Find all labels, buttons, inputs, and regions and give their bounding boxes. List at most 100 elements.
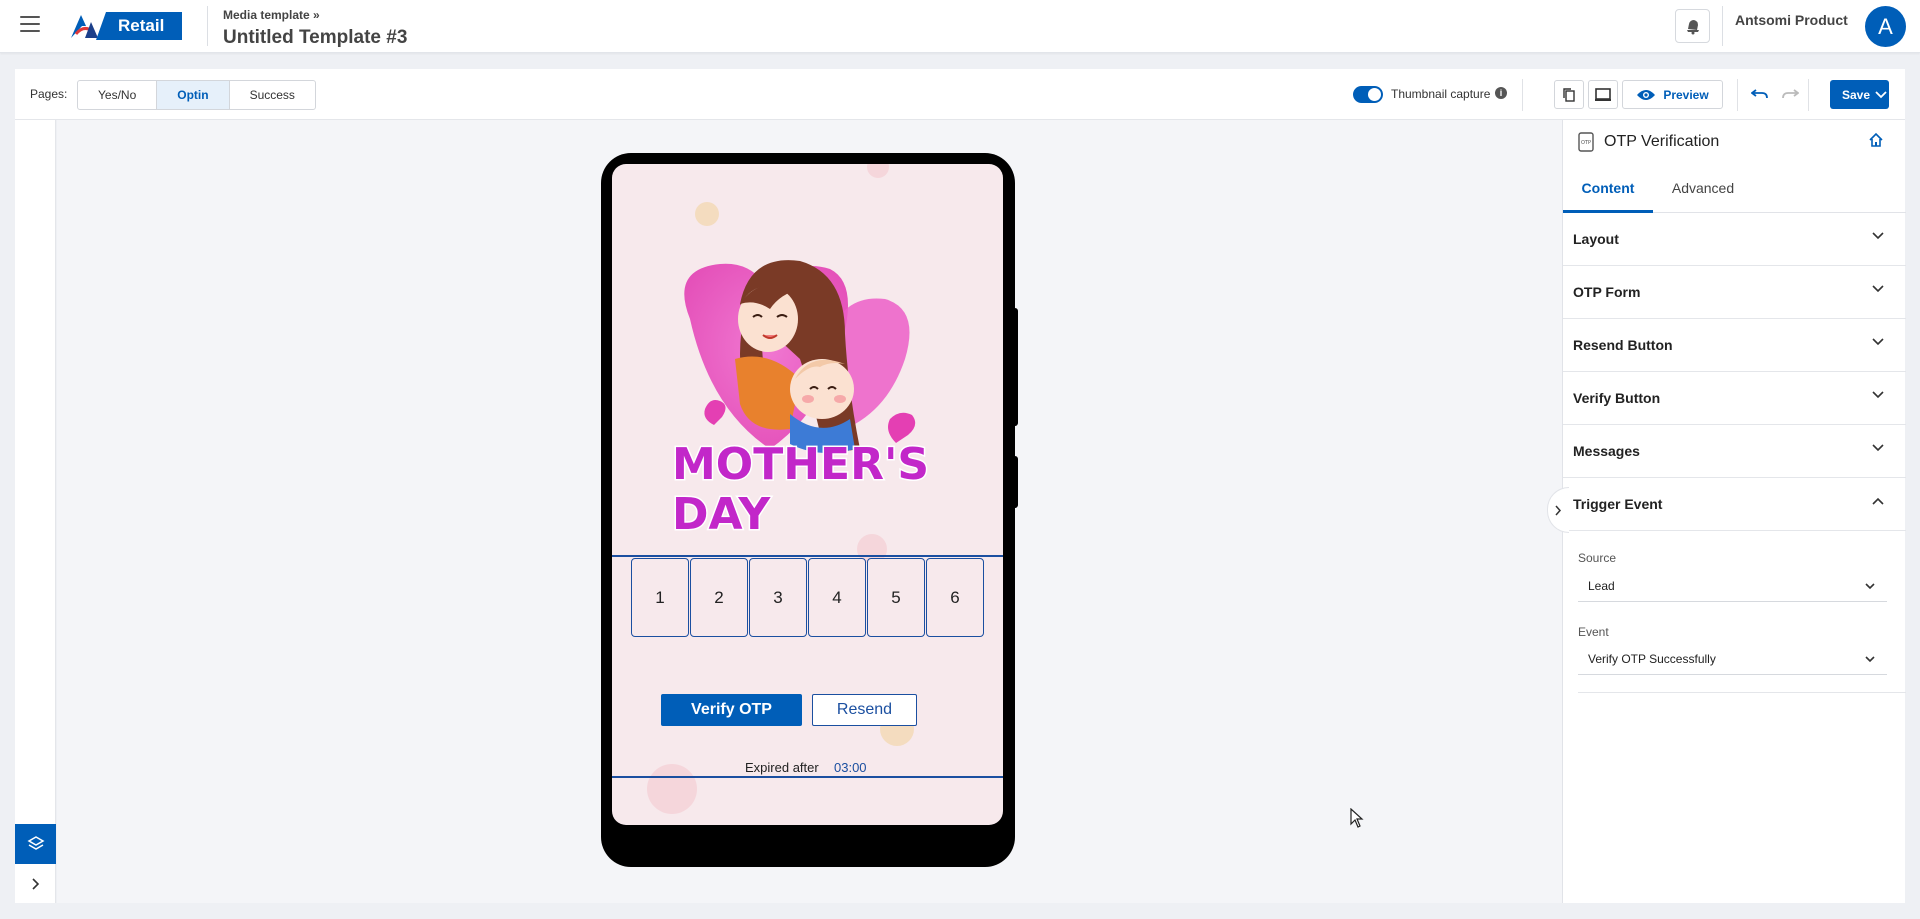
source-value: Lead bbox=[1588, 579, 1615, 593]
save-label: Save bbox=[1842, 87, 1871, 102]
section-resend-button[interactable]: Resend Button bbox=[1563, 319, 1906, 372]
artwork-title-line2: DAY bbox=[672, 489, 771, 539]
otp-digit-input[interactable]: 3 bbox=[749, 558, 807, 637]
hamburger-menu-icon[interactable] bbox=[20, 16, 40, 32]
event-value: Verify OTP Successfully bbox=[1588, 652, 1716, 666]
section-label: OTP Form bbox=[1573, 284, 1641, 300]
bell-icon bbox=[1686, 20, 1699, 35]
chevron-down-icon bbox=[1865, 583, 1875, 590]
otp-digit-input[interactable]: 6 bbox=[926, 558, 984, 637]
copy-icon bbox=[1563, 87, 1575, 102]
layers-icon bbox=[26, 836, 45, 850]
notification-button[interactable] bbox=[1675, 9, 1710, 43]
decor-petal bbox=[695, 202, 719, 226]
otp-icon: OTP bbox=[1578, 132, 1594, 152]
decor-petal bbox=[647, 764, 697, 814]
mothers-day-artwork: MOTHER'S DAY bbox=[671, 260, 931, 539]
panel-title: OTP Verification bbox=[1604, 133, 1720, 150]
chevron-down-icon bbox=[1865, 656, 1875, 663]
section-label: Messages bbox=[1573, 443, 1640, 459]
toolbar-divider bbox=[1522, 79, 1523, 111]
chevron-down-icon bbox=[1872, 444, 1884, 452]
eye-icon bbox=[1637, 89, 1656, 100]
section-label: Resend Button bbox=[1573, 337, 1673, 353]
thumbnail-capture-label: Thumbnail capture bbox=[1391, 87, 1491, 101]
header-divider bbox=[1722, 6, 1723, 46]
section-label: Trigger Event bbox=[1573, 496, 1663, 512]
section-verify-button[interactable]: Verify Button bbox=[1563, 372, 1906, 425]
desktop-icon bbox=[1595, 87, 1611, 101]
page-tab-optin[interactable]: Optin bbox=[157, 81, 230, 109]
logo-icon bbox=[70, 12, 100, 40]
pages-label: Pages: bbox=[30, 87, 68, 101]
expired-label: Expired after bbox=[745, 760, 819, 775]
decor-petal bbox=[867, 164, 889, 178]
page-title: Untitled Template #3 bbox=[223, 27, 408, 48]
otp-digit-input[interactable]: 2 bbox=[690, 558, 748, 637]
home-icon[interactable] bbox=[1868, 132, 1884, 148]
undo-icon[interactable] bbox=[1750, 84, 1770, 104]
layers-button[interactable] bbox=[15, 824, 56, 864]
verify-otp-button[interactable]: Verify OTP bbox=[661, 694, 802, 726]
info-icon[interactable]: i bbox=[1495, 87, 1507, 99]
app-name: Retail bbox=[96, 12, 183, 40]
resend-button[interactable]: Resend bbox=[812, 694, 917, 726]
page-switcher: Yes/No Optin Success bbox=[77, 80, 316, 110]
duplicate-button[interactable] bbox=[1554, 80, 1584, 109]
page-tab-success[interactable]: Success bbox=[230, 81, 315, 109]
event-select[interactable]: Verify OTP Successfully bbox=[1578, 644, 1887, 675]
account-name[interactable]: Antsomi Product bbox=[1735, 12, 1848, 28]
section-label: Layout bbox=[1573, 231, 1619, 247]
section-otp-form[interactable]: OTP Form bbox=[1563, 266, 1906, 319]
otp-digit-input[interactable]: 5 bbox=[867, 558, 925, 637]
section-trigger-event[interactable]: Trigger Event bbox=[1563, 478, 1906, 531]
toolbar-divider bbox=[1808, 79, 1809, 111]
section-messages[interactable]: Messages bbox=[1563, 425, 1906, 478]
header-divider bbox=[207, 6, 208, 46]
expand-sidebar-button[interactable] bbox=[15, 866, 56, 902]
thumbnail-capture-toggle[interactable] bbox=[1353, 86, 1383, 103]
preview-button[interactable]: Preview bbox=[1622, 80, 1723, 109]
section-label: Verify Button bbox=[1573, 390, 1661, 406]
preview-label: Preview bbox=[1663, 87, 1709, 102]
top-bar: Retail Media template » Untitled Templat… bbox=[0, 0, 1920, 53]
avatar[interactable]: A bbox=[1865, 6, 1906, 47]
tab-content[interactable]: Content bbox=[1563, 164, 1653, 213]
otp-input-group: 1 2 3 4 5 6 bbox=[631, 558, 984, 637]
otp-digit-input[interactable]: 4 bbox=[808, 558, 866, 637]
device-view-button[interactable] bbox=[1588, 80, 1618, 109]
chevron-down-icon bbox=[1872, 285, 1884, 293]
template-screen[interactable]: MOTHER'S DAY 1 2 3 4 5 6 Verify OTP Rese… bbox=[612, 164, 1003, 825]
chevron-down-icon bbox=[1875, 90, 1887, 98]
otp-digit-input[interactable]: 1 bbox=[631, 558, 689, 637]
otp-block-border bbox=[612, 555, 1003, 557]
otp-block-border bbox=[612, 776, 1003, 778]
section-divider bbox=[1578, 692, 1906, 693]
svg-text:OTP: OTP bbox=[1581, 140, 1591, 146]
event-label: Event bbox=[1578, 625, 1609, 639]
chevron-up-icon bbox=[1872, 497, 1884, 505]
countdown-timer: 03:00 bbox=[834, 760, 867, 775]
breadcrumb[interactable]: Media template » bbox=[223, 8, 320, 22]
phone-side-button bbox=[1013, 456, 1018, 508]
app-logo[interactable]: Retail bbox=[70, 12, 183, 40]
editor-toolbar: Pages: Yes/No Optin Success Thumbnail ca… bbox=[15, 69, 1905, 120]
page-tab-yes-no[interactable]: Yes/No bbox=[78, 81, 158, 109]
source-label: Source bbox=[1578, 551, 1617, 565]
toolbar-divider bbox=[1737, 79, 1738, 111]
chevron-down-icon bbox=[1872, 338, 1884, 346]
panel-tabs: Content Advanced bbox=[1563, 164, 1906, 213]
properties-panel: OTP OTP Verification Content Advanced La… bbox=[1562, 120, 1906, 903]
section-layout[interactable]: Layout bbox=[1563, 213, 1906, 266]
panel-header: OTP OTP Verification bbox=[1563, 120, 1906, 164]
artwork-title-line1: MOTHER'S bbox=[672, 439, 929, 490]
save-button[interactable]: Save bbox=[1830, 80, 1889, 109]
redo-icon[interactable] bbox=[1780, 84, 1800, 104]
phone-side-button bbox=[1013, 308, 1018, 426]
source-select[interactable]: Lead bbox=[1578, 571, 1887, 602]
mouse-cursor-icon bbox=[1350, 808, 1364, 828]
left-sidebar bbox=[15, 120, 56, 903]
chevron-down-icon bbox=[1872, 232, 1884, 240]
chevron-right-icon bbox=[1555, 505, 1562, 515]
tab-advanced[interactable]: Advanced bbox=[1653, 164, 1753, 213]
